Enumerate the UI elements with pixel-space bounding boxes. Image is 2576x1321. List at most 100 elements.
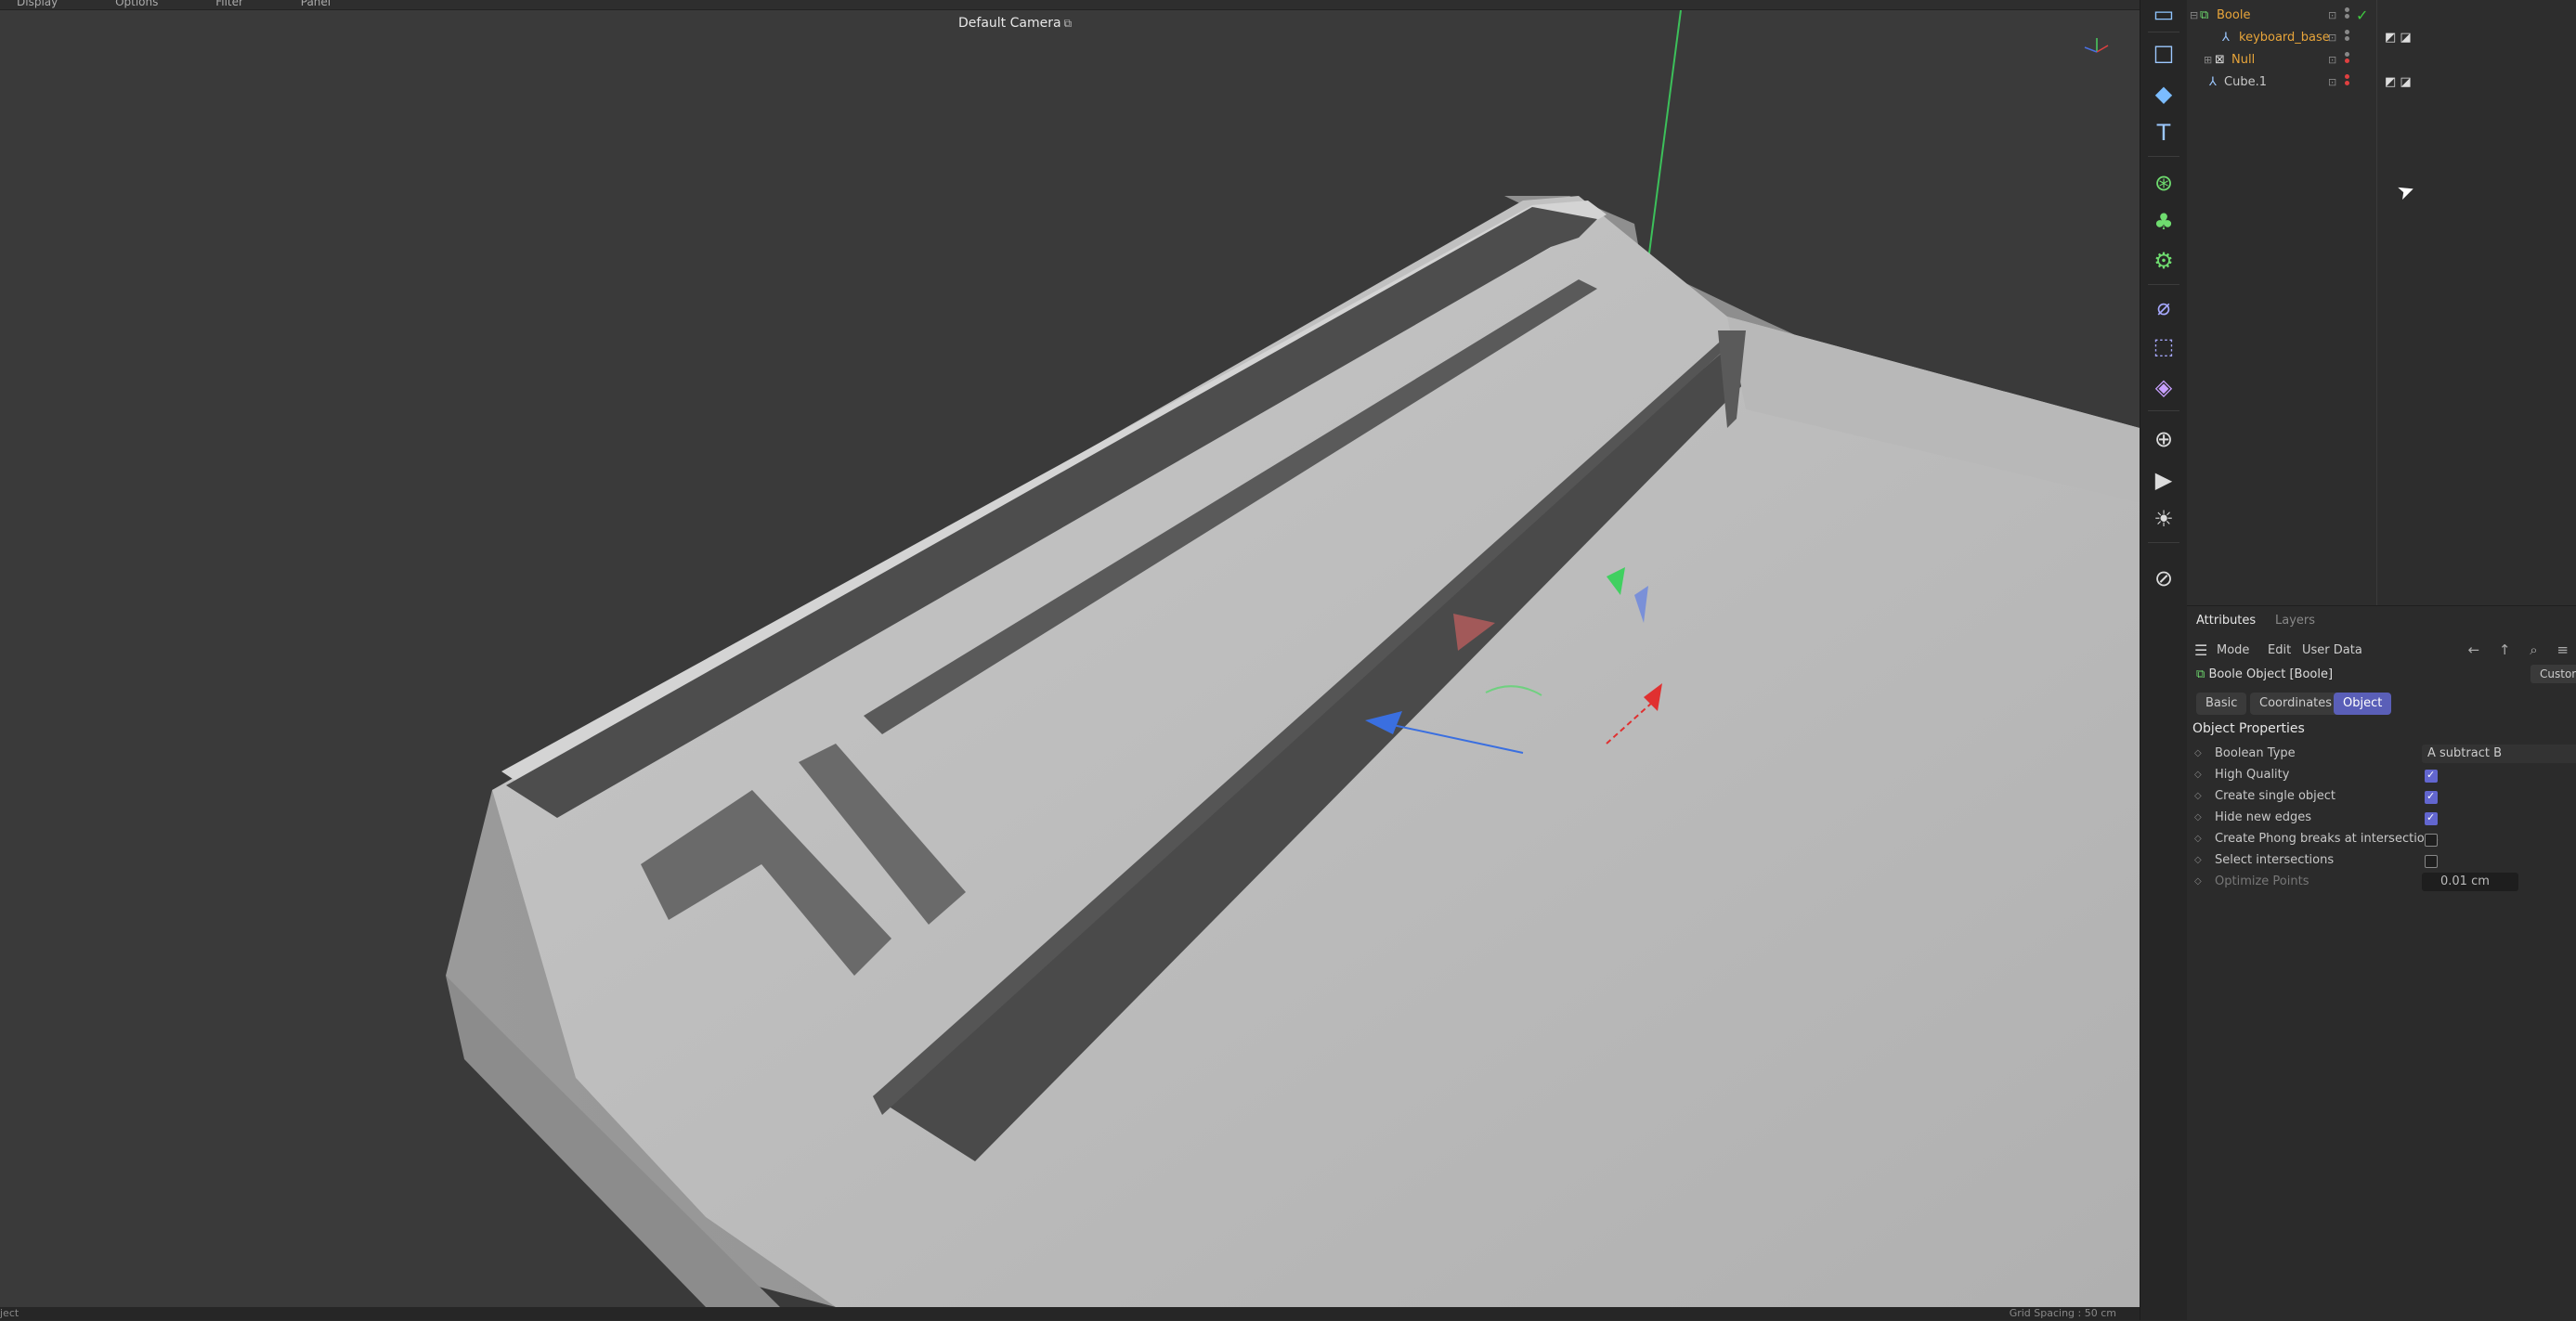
phong-breaks-checkbox[interactable] (2425, 834, 2438, 847)
menu-edit[interactable]: Edit (2268, 643, 2291, 657)
boole-icon: ⧉ (2196, 667, 2205, 681)
field-icon[interactable]: ⬚ (2150, 332, 2178, 360)
spline-rectangle-icon[interactable]: □ (2150, 39, 2178, 67)
prop-label: Create Phong breaks at intersections (2215, 832, 2439, 846)
hide-new-edges-checkbox[interactable] (2425, 808, 2438, 828)
status-text: ject (0, 1307, 20, 1319)
hamburger-icon[interactable]: ☰ (2194, 641, 2207, 659)
prop-label: High Quality (2215, 768, 2290, 782)
prop-hide-new-edges: ◇ Hide new edges (2187, 808, 2576, 828)
visibility-icon[interactable]: ⊡ (2328, 72, 2336, 93)
prop-phong-breaks: ◇ Create Phong breaks at intersections (2187, 829, 2576, 849)
object-name[interactable]: keyboard_base (2239, 28, 2330, 48)
object-title-text: Boole Object [Boole] (2208, 667, 2334, 681)
camera-icon[interactable]: ▶ (2150, 466, 2178, 494)
animate-diamond-icon[interactable]: ◇ (2194, 850, 2202, 871)
null-object-icon: ⊠ (2215, 53, 2225, 67)
polygon-object-icon: ⅄ (2209, 75, 2217, 89)
collapse-icon[interactable]: ⊟ (2190, 6, 2198, 26)
boolean-type-dropdown[interactable]: A subtract B (2422, 745, 2576, 763)
attribute-menu: ☰ Mode Edit User Data ← ↑ ⌕ ≡ (2187, 640, 2576, 662)
polygon-object-icon: ⅄ (2222, 31, 2230, 45)
animate-diamond-icon[interactable]: ◇ (2194, 872, 2202, 892)
prop-label: Select intersections (2215, 853, 2335, 867)
grid-spacing-label: Grid Spacing : 50 cm (2009, 1307, 2116, 1319)
animate-diamond-icon[interactable]: ◇ (2194, 808, 2202, 828)
visibility-icon[interactable]: ⊡ (2328, 50, 2336, 71)
object-row-keyboard-base[interactable]: ⅄ keyboard_base ⊡ ◩ ◪ (2187, 28, 2576, 48)
tab-object[interactable]: Object (2334, 693, 2392, 715)
material-tags-icon[interactable]: ◩ ◪ (2385, 72, 2412, 93)
prop-create-single-object: ◇ Create single object (2187, 786, 2576, 807)
status-bar: ject Grid Spacing : 50 cm (0, 1307, 2140, 1320)
cube-primitive-icon[interactable]: ◆ (2150, 80, 2178, 108)
object-row-cube1[interactable]: ⅄ Cube.1 ⊡ ◩ ◪ (2187, 72, 2576, 93)
object-row-boole[interactable]: ⊟ ⧉ Boole ⊡ ✓ (2187, 6, 2576, 26)
camera-icon: ⧉ (1063, 17, 1073, 30)
object-name[interactable]: Cube.1 (2224, 72, 2267, 93)
attribute-tabs: Attributes Layers (2187, 606, 2576, 640)
object-manager: ⊟ ⧉ Boole ⊡ ✓ ⅄ keyboard_base ⊡ ◩ ◪ ⊞ ⊠ … (2187, 0, 2576, 605)
text-spline-icon[interactable]: T (2150, 119, 2178, 147)
select-intersections-checkbox[interactable] (2425, 855, 2438, 868)
camera-name: Default Camera (958, 16, 1061, 31)
optimize-points-field[interactable]: 0.01 cm (2422, 873, 2518, 891)
animate-diamond-icon[interactable]: ◇ (2194, 744, 2202, 764)
volume-icon[interactable]: ◈ (2150, 373, 2178, 401)
visibility-dots[interactable] (2345, 72, 2352, 87)
custom-button[interactable]: Custom (2530, 665, 2576, 683)
viewport-menubar: Display Options Filter Panel (0, 0, 2140, 10)
visibility-icon[interactable]: ⊡ (2328, 6, 2336, 26)
visibility-icon[interactable]: ⊡ (2328, 28, 2336, 48)
viewport-scene (0, 10, 2140, 1307)
light-icon[interactable]: ☀ (2150, 505, 2178, 533)
attribute-object-title: ⧉ Boole Object [Boole] (2196, 667, 2333, 681)
prop-label: Boolean Type (2215, 746, 2296, 760)
tab-basic[interactable]: Basic (2196, 693, 2247, 715)
menu-mode[interactable]: Mode (2217, 643, 2249, 657)
menu-display[interactable]: Display (17, 0, 58, 8)
object-name[interactable]: Null (2231, 50, 2255, 71)
visibility-dots[interactable] (2345, 28, 2352, 43)
select-tool-icon[interactable]: ▭ (2150, 0, 2178, 28)
prop-label: Hide new edges (2215, 810, 2312, 824)
animate-diamond-icon[interactable]: ◇ (2194, 786, 2202, 807)
3d-viewport[interactable]: Default Camera ⧉ (0, 10, 2140, 1307)
tab-coordinates[interactable]: Coordinates (2250, 693, 2342, 715)
section-object-properties: Object Properties (2192, 721, 2305, 736)
prop-select-intersections: ◇ Select intersections (2187, 850, 2576, 871)
menu-user-data[interactable]: User Data (2302, 643, 2362, 657)
tool-palette: ▭ □ ◆ T ⊛ ♣ ⚙ ⌀ ⬚ ◈ ⊕ ▶ ☀ ⊘ (2140, 0, 2188, 1320)
menu-options[interactable]: Options (115, 0, 158, 8)
gear-icon[interactable]: ⚙ (2150, 247, 2178, 275)
sketch-icon[interactable]: ⊘ (2150, 564, 2178, 592)
prop-boolean-type: ◇ Boolean Type A subtract B (2187, 744, 2576, 764)
create-single-object-checkbox[interactable] (2425, 786, 2438, 807)
menu-panel[interactable]: Panel (301, 0, 331, 8)
animate-diamond-icon[interactable]: ◇ (2194, 765, 2202, 785)
attribute-manager: Attributes Layers ☰ Mode Edit User Data … (2187, 605, 2576, 1321)
tab-attributes[interactable]: Attributes (2196, 614, 2256, 628)
enabled-check-icon[interactable]: ✓ (2356, 6, 2368, 26)
prop-label: Optimize Points (2215, 874, 2309, 888)
tab-layers[interactable]: Layers (2275, 614, 2315, 628)
prop-label: Create single object (2215, 789, 2336, 803)
material-tags-icon[interactable]: ◩ ◪ (2385, 28, 2412, 48)
prop-high-quality: ◇ High Quality (2187, 765, 2576, 785)
high-quality-checkbox[interactable] (2425, 765, 2438, 785)
environment-icon[interactable]: ⊕ (2150, 425, 2178, 453)
deformer-icon[interactable]: ⌀ (2150, 293, 2178, 321)
object-row-null[interactable]: ⊞ ⊠ Null ⊡ (2187, 50, 2576, 71)
boole-icon: ⧉ (2200, 8, 2209, 22)
object-name[interactable]: Boole (2217, 6, 2250, 26)
visibility-dots[interactable] (2345, 6, 2352, 20)
animate-diamond-icon[interactable]: ◇ (2194, 829, 2202, 849)
menu-filter[interactable]: Filter (215, 0, 243, 8)
camera-label[interactable]: Default Camera ⧉ (958, 16, 1072, 31)
prop-optimize-points: ◇ Optimize Points 0.01 cm (2187, 872, 2576, 892)
visibility-dots[interactable] (2345, 50, 2352, 65)
navigation-icons[interactable]: ← ↑ ⌕ ≡ (2468, 641, 2576, 658)
expand-icon[interactable]: ⊞ (2204, 50, 2212, 71)
mograph-icon[interactable]: ♣ (2150, 208, 2178, 236)
generator-icon[interactable]: ⊛ (2150, 169, 2178, 197)
